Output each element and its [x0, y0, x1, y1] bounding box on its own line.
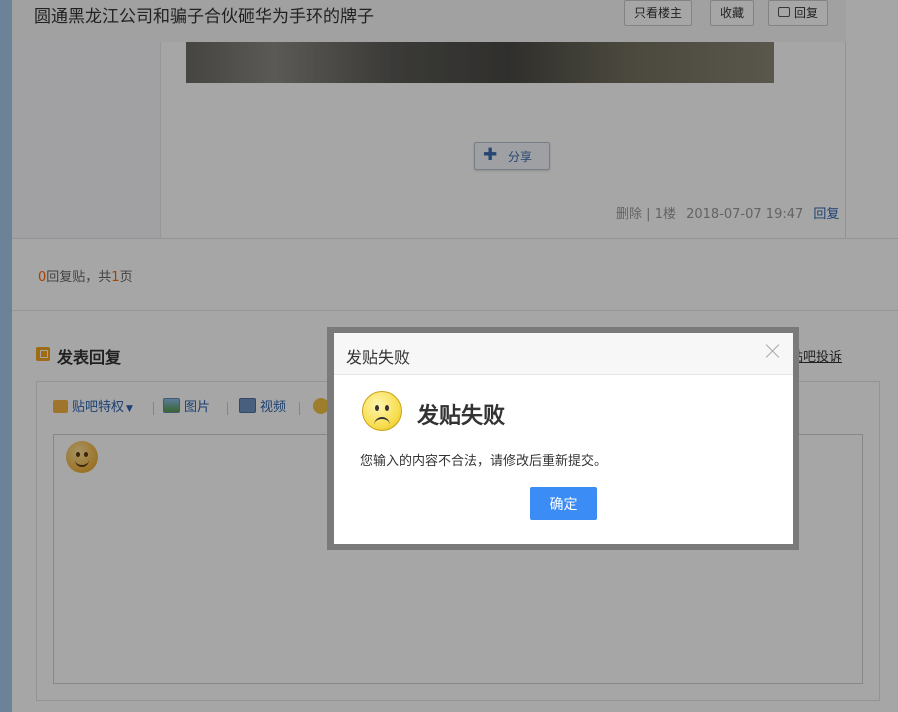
dialog-header: 发贴失败 [334, 333, 793, 375]
dialog-message: 您输入的内容不合法，请修改后重新提交。 [360, 454, 608, 469]
dialog-title: 发贴失败 [346, 348, 411, 367]
error-dialog: 发贴失败 发贴失败 您输入的内容不合法，请修改后重新提交。 确定 [334, 333, 793, 544]
confirm-button[interactable]: 确定 [530, 487, 597, 520]
dialog-heading: 发贴失败 [417, 404, 506, 429]
close-icon[interactable] [764, 342, 782, 360]
sad-face-icon [362, 391, 402, 431]
